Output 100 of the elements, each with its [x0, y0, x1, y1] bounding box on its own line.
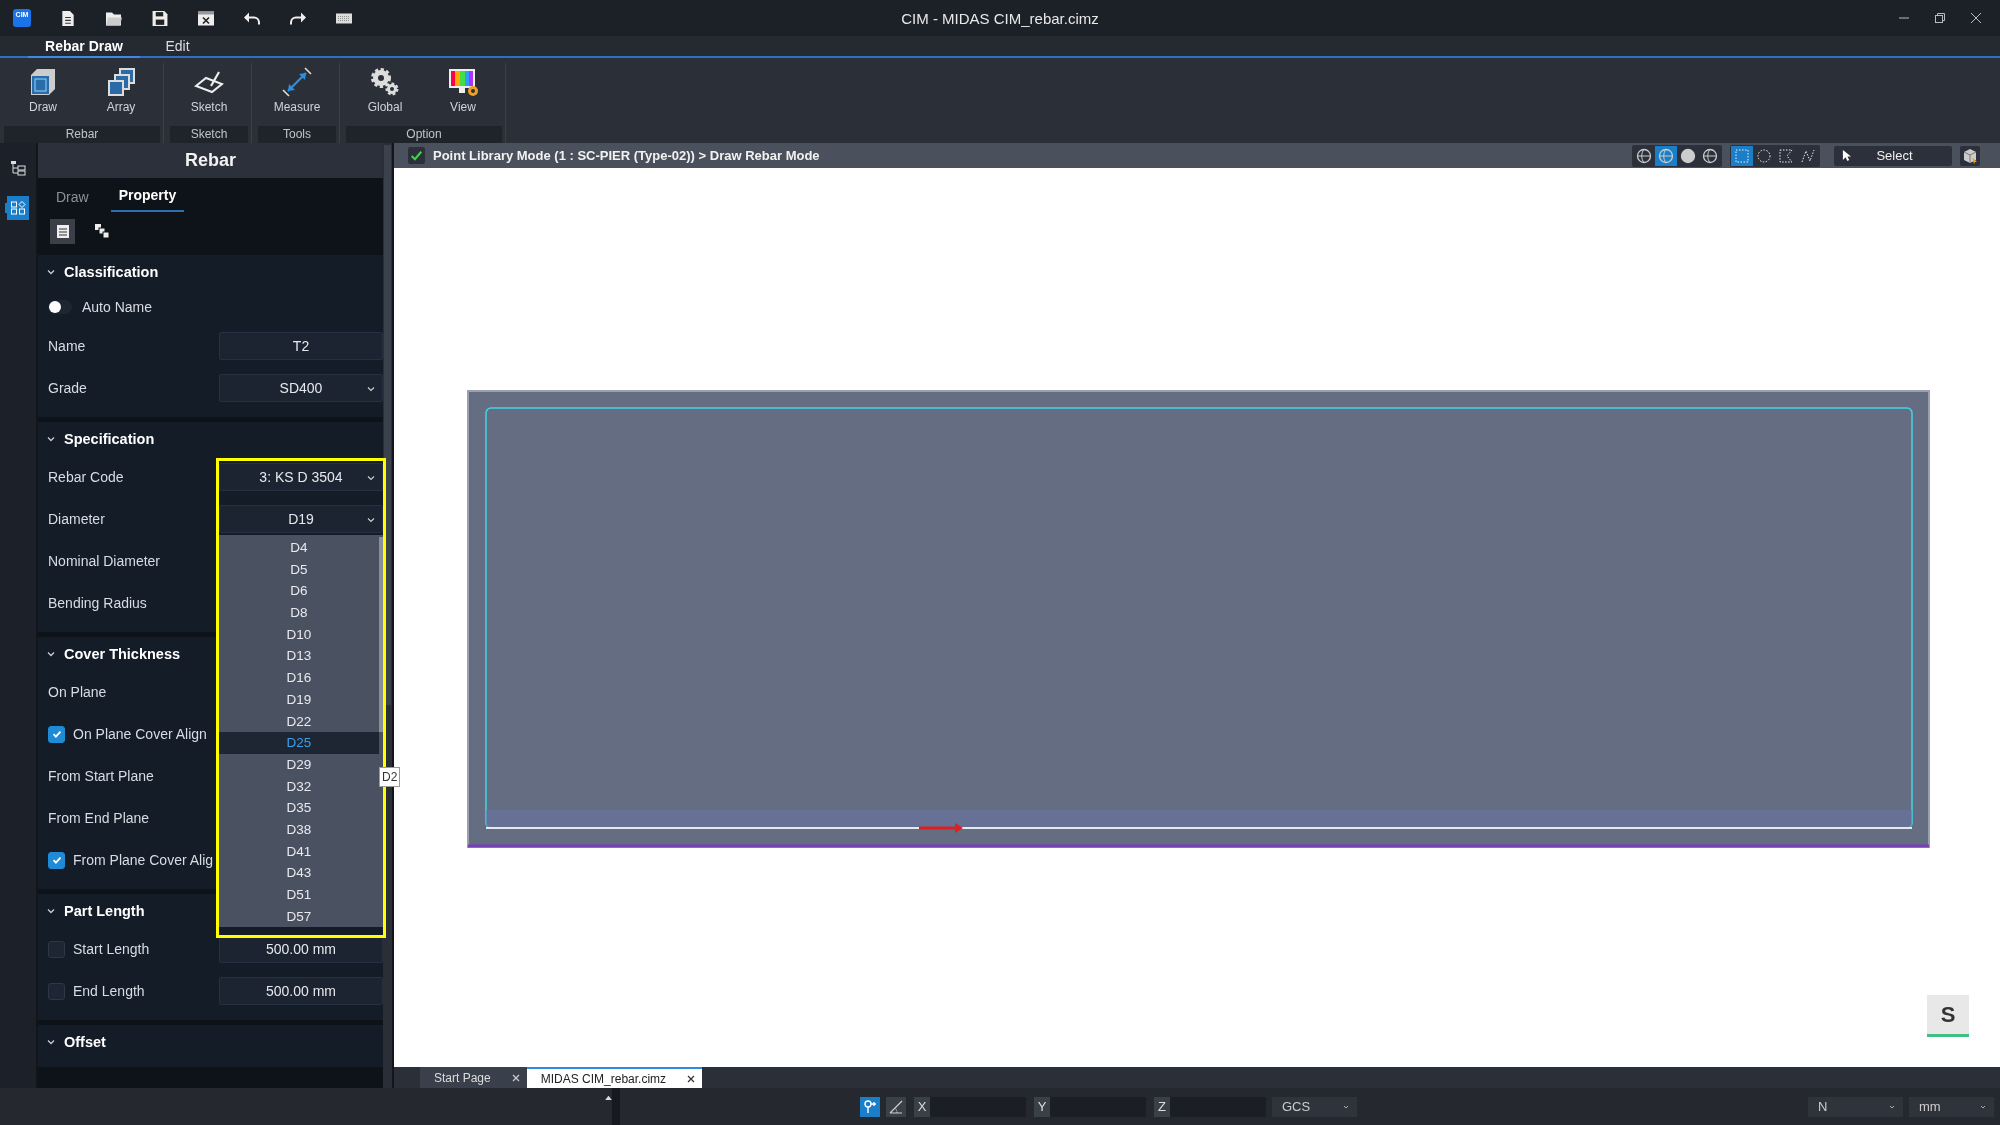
property-label: Name — [48, 338, 86, 354]
close-icon[interactable] — [1970, 12, 1982, 24]
chevron-icon[interactable] — [46, 649, 56, 659]
ribbon-button[interactable]: Measure — [258, 63, 336, 126]
measure-icon — [281, 66, 313, 98]
close-icon[interactable] — [510, 1072, 521, 1083]
dropdown-item[interactable]: D5 — [219, 558, 379, 581]
chevron-icon[interactable] — [46, 434, 56, 444]
checkbox-label: On Plane Cover Align — [73, 726, 207, 742]
ribbon-button[interactable]: Sketch — [170, 63, 248, 126]
window-title: CIM - MIDAS CIM_rebar.cimz — [901, 9, 1099, 27]
gears-icon — [369, 66, 401, 98]
new-file-icon[interactable] — [59, 9, 77, 27]
mode-breadcrumb: Point Library Mode (1 : SC-PIER (Type-02)) > Draw Rebar Mode — [433, 148, 820, 163]
document-tab[interactable]: Start Page — [420, 1067, 527, 1088]
ribbon-button[interactable]: Global — [346, 63, 424, 126]
select-button[interactable]: Select — [1834, 145, 1952, 166]
snap-tool[interactable] — [886, 1096, 906, 1117]
dropdown-item[interactable]: D4 — [219, 537, 379, 559]
check-icon — [408, 147, 425, 164]
close-icon[interactable] — [686, 1073, 697, 1084]
panel-tab[interactable]: Draw — [48, 189, 97, 212]
ribbon-tab[interactable]: Edit — [140, 36, 215, 56]
dropdown-item[interactable]: D6 — [219, 580, 379, 603]
snap-badge[interactable]: S — [1927, 995, 1969, 1037]
input-field[interactable]: 500.00 mm — [219, 977, 383, 1005]
checkbox-label: Start Length — [73, 941, 150, 957]
length-unit-select[interactable]: mm — [1909, 1096, 1994, 1117]
coordinate-field[interactable] — [1050, 1096, 1146, 1117]
select-field[interactable]: 3: KS D 3504 — [219, 463, 383, 491]
cube-icon[interactable] — [1960, 145, 1980, 166]
view-button[interactable] — [1655, 145, 1677, 166]
toggle-switch[interactable] — [48, 300, 72, 314]
dropdown-item[interactable]: D51 — [219, 884, 379, 906]
section-title: Offset — [64, 1034, 106, 1050]
force-unit-select[interactable]: N — [1808, 1096, 1903, 1117]
dropdown-item[interactable]: D35 — [219, 797, 379, 819]
dropdown-item[interactable]: D38 — [219, 818, 379, 841]
input-field[interactable]: T2 — [219, 332, 383, 360]
chevron-icon — [366, 515, 376, 525]
property-label: Diameter — [48, 511, 105, 527]
property-label: From Start Plane — [48, 768, 154, 784]
chevron-icon[interactable] — [46, 267, 56, 277]
section-title: Classification — [64, 264, 159, 280]
section-title: Cover Thickness — [64, 646, 181, 662]
checkbox-label: From Plane Cover Alig — [73, 852, 214, 868]
chevron-icon[interactable] — [46, 906, 56, 916]
checkbox[interactable] — [48, 725, 65, 743]
dropdown-item[interactable]: D16 — [219, 667, 379, 689]
dropdown-item[interactable]: D10 — [219, 623, 379, 646]
checkmark-icon — [50, 728, 63, 740]
ribbon-button[interactable]: View — [424, 63, 502, 126]
chevron-icon[interactable] — [46, 1037, 56, 1047]
coordinate-field[interactable] — [1170, 1096, 1266, 1117]
dropdown-item[interactable]: D25 — [219, 732, 379, 754]
checkbox[interactable] — [48, 851, 65, 869]
ribbon-button[interactable]: Draw — [4, 63, 82, 126]
select-field[interactable]: SD400 — [219, 374, 383, 402]
dropdown-item[interactable]: D13 — [219, 645, 379, 668]
dropdown-item[interactable]: D22 — [219, 710, 379, 733]
dropdown-item[interactable]: D29 — [219, 753, 379, 776]
dropdown-item[interactable]: D41 — [219, 840, 379, 863]
property-label: Grade — [48, 380, 87, 396]
dropdown-item[interactable]: D43 — [219, 862, 379, 884]
property-label: On Plane — [48, 684, 107, 700]
cursor-icon — [1842, 149, 1851, 162]
panel-tab[interactable]: Property — [110, 187, 185, 212]
ribbon-group-label: Tools — [258, 126, 336, 143]
checkbox-label: End Length — [73, 983, 145, 999]
scroll-thumb[interactable] — [384, 145, 391, 705]
property-label: Rebar Code — [48, 469, 124, 485]
tool-button[interactable] — [50, 218, 75, 244]
checkbox[interactable] — [48, 982, 65, 1000]
scroll-thumb[interactable] — [379, 537, 383, 732]
dropdown-item[interactable]: D8 — [219, 602, 379, 624]
section-title: Specification — [64, 431, 155, 447]
snap-tool[interactable] — [860, 1096, 880, 1117]
dropdown-item[interactable]: D32 — [219, 775, 379, 798]
checkbox[interactable] — [48, 940, 65, 958]
ribbon-group-label: Sketch — [170, 126, 248, 143]
ribbon-group-label: Rebar — [4, 126, 160, 143]
caret-icon[interactable] — [605, 1095, 612, 1100]
ribbon-button[interactable]: Array — [82, 63, 160, 126]
save-icon[interactable] — [151, 9, 169, 27]
select-field[interactable]: D19 — [219, 505, 383, 533]
stacked-squares-icon — [105, 66, 137, 98]
close-file-icon[interactable] — [197, 9, 215, 27]
coordinate-system-select[interactable]: GCS — [1272, 1096, 1357, 1117]
list-sheet-icon — [54, 223, 71, 239]
dropdown-item[interactable]: D19 — [219, 688, 379, 711]
dropdown-item[interactable]: D57 — [219, 905, 379, 928]
grid-icon — [10, 200, 26, 216]
selection-shape-button[interactable] — [1731, 145, 1753, 166]
coordinate-field[interactable] — [930, 1096, 1026, 1117]
tree-icon — [10, 160, 26, 176]
property-label: From End Plane — [48, 810, 150, 826]
coordinate-label: X — [914, 1096, 930, 1117]
document-tab[interactable]: MIDAS CIM_rebar.cimz — [526, 1067, 703, 1088]
restore-icon[interactable] — [1934, 12, 1946, 24]
property-label: Nominal Diameter — [48, 553, 161, 569]
